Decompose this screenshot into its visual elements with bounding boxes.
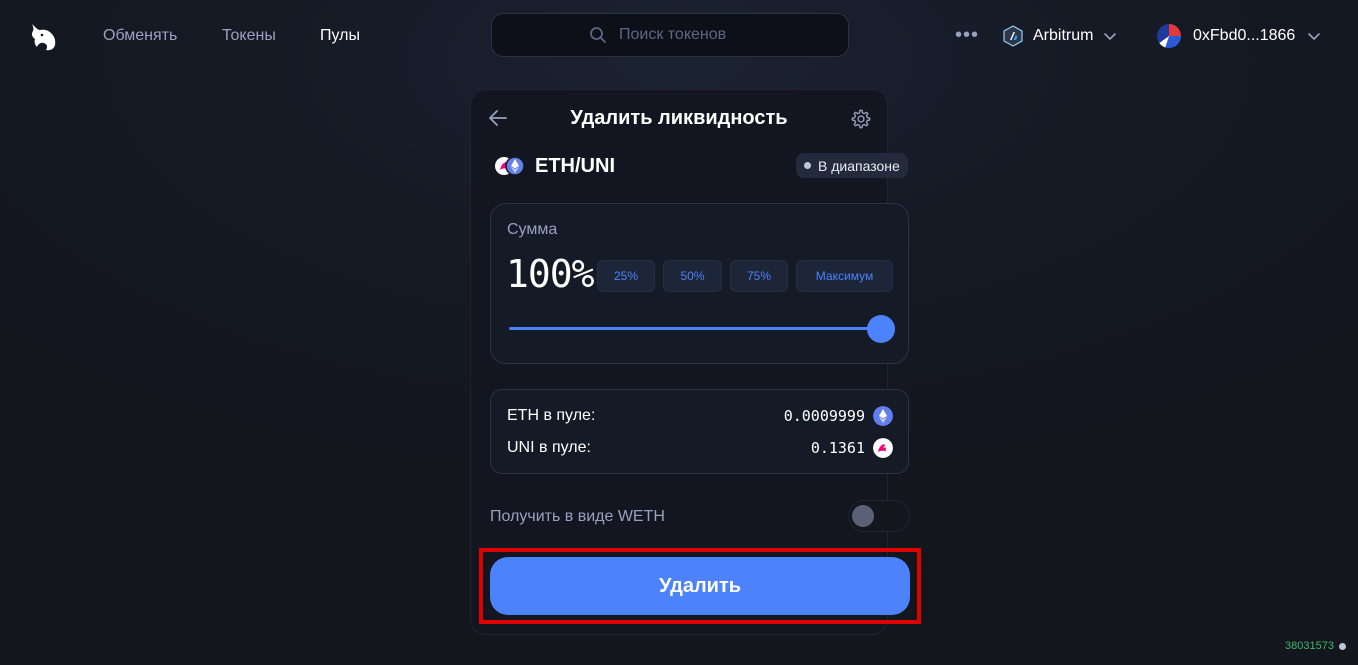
account-button[interactable]: 0xFbd0...1866 <box>1157 23 1321 49</box>
remove-button[interactable]: Удалить <box>490 557 910 615</box>
status-badge-label: В диапазоне <box>818 157 900 174</box>
pair-token-icons <box>495 156 525 176</box>
nav-pools-link[interactable]: Пулы <box>320 27 360 45</box>
chevron-down-icon <box>1104 33 1117 40</box>
account-address: 0xFbd0...1866 <box>1193 27 1296 44</box>
top-nav: Обменять Токены Пулы ••• Arbitrum 0xFbd0… <box>0 0 1358 72</box>
block-status-dot-icon <box>1339 642 1346 650</box>
weth-toggle-label: Получить в виде WETH <box>490 508 665 525</box>
block-number-value: 38031573 <box>1285 640 1334 652</box>
search-icon <box>590 27 606 43</box>
nav-tokens-link[interactable]: Токены <box>222 27 276 45</box>
amount-slider-track[interactable] <box>509 327 881 330</box>
status-dot-icon <box>804 162 811 169</box>
chevron-down-icon <box>1308 33 1321 40</box>
unicorn-logo-icon[interactable] <box>26 20 60 54</box>
eth-icon <box>873 406 893 426</box>
arbitrum-icon <box>1003 25 1023 47</box>
page-title: Удалить ликвидность <box>570 107 788 129</box>
uni-pool-value: 0.1361 <box>810 439 865 457</box>
percent-max-button[interactable]: Максимум <box>796 260 893 292</box>
network-selector[interactable]: Arbitrum <box>1003 24 1117 48</box>
percent-75-button[interactable]: 75% <box>730 260 788 292</box>
eth-pool-value: 0.0009999 <box>783 407 865 425</box>
block-number: 38031573 <box>1285 640 1346 652</box>
uni-icon <box>873 438 893 458</box>
gear-icon[interactable] <box>850 108 872 130</box>
token-search-bar[interactable] <box>491 13 849 57</box>
amount-value: 100% <box>506 252 595 296</box>
toggle-knob <box>852 505 874 527</box>
status-badge: В диапазоне <box>796 153 908 178</box>
network-label: Arbitrum <box>1033 27 1094 44</box>
percent-25-button[interactable]: 25% <box>597 260 655 292</box>
weth-toggle[interactable] <box>848 500 910 532</box>
amount-label: Сумма <box>507 221 558 238</box>
percent-50-button[interactable]: 50% <box>663 260 722 292</box>
uni-pool-label: UNI в пуле: <box>507 439 591 456</box>
pool-balances-panel <box>490 389 909 474</box>
nav-swap-link[interactable]: Обменять <box>103 27 177 45</box>
eth-pool-label: ETH в пуле: <box>507 407 596 424</box>
search-input[interactable] <box>617 25 751 45</box>
more-menu-button[interactable]: ••• <box>955 24 979 47</box>
amount-slider-thumb[interactable] <box>867 315 895 343</box>
wallet-avatar-icon <box>1157 24 1181 48</box>
pair-name: ETH/UNI <box>535 155 615 177</box>
